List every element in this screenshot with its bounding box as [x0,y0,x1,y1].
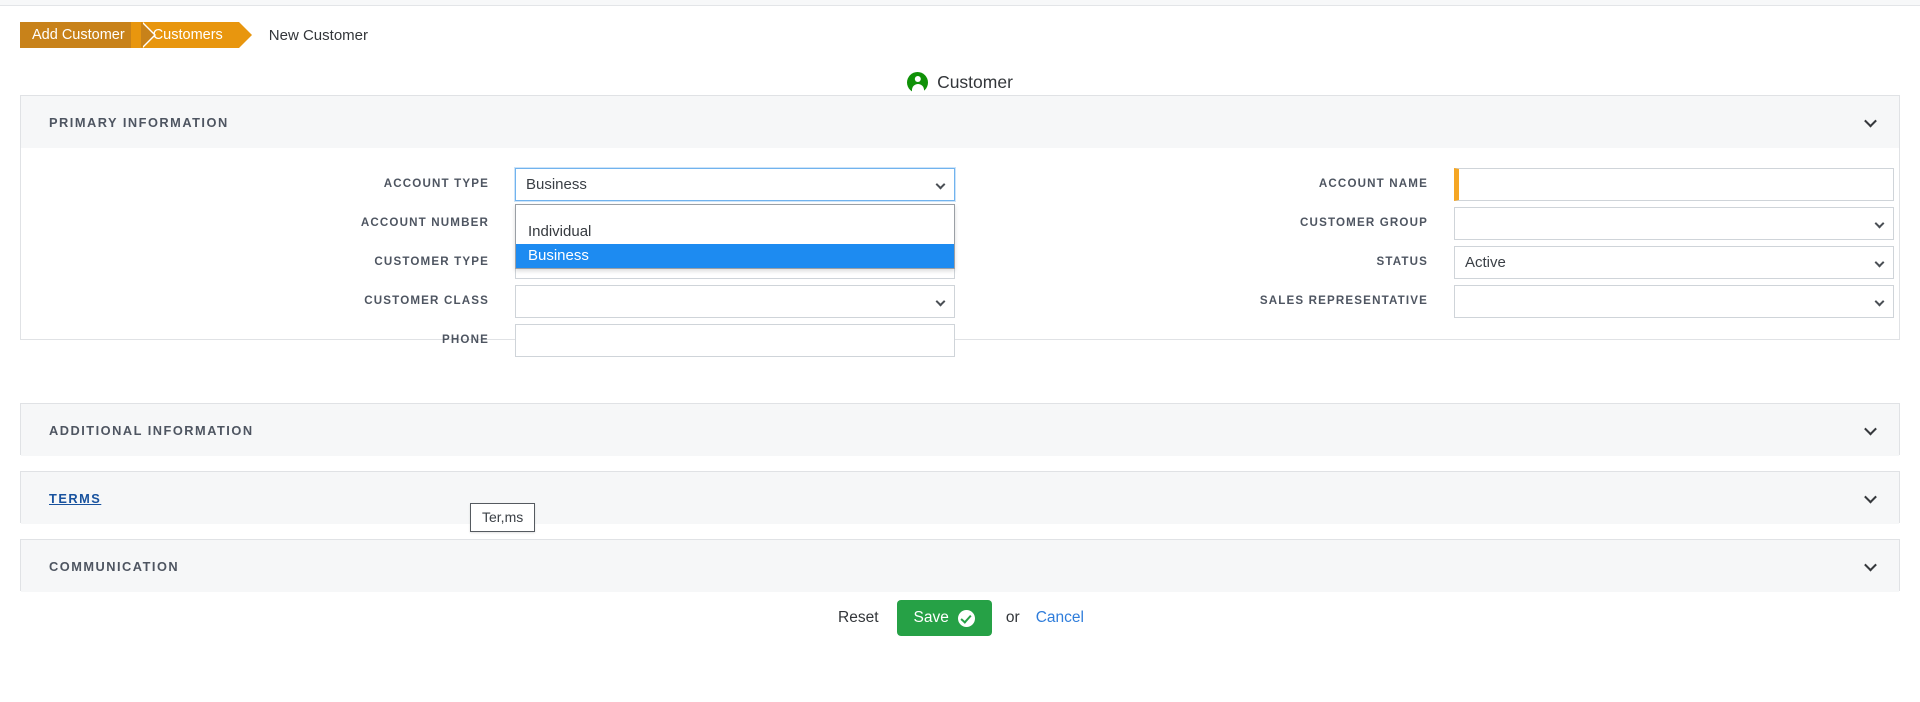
customer-group-control[interactable] [1454,207,1894,240]
save-button-label: Save [913,609,949,626]
phone-control[interactable] [515,324,955,357]
additional-information-header[interactable]: Additional Information [21,404,1899,456]
breadcrumb-add-customer[interactable]: Add Customer [20,22,156,48]
phone-input[interactable] [515,324,955,357]
account-type-combo[interactable]: Business Individual Business [515,168,955,269]
terms-title-link[interactable]: Terms [49,491,101,506]
form-actions: Reset Save or Cancel [0,600,1920,636]
section-primary-information: Primary Information Account Type Busines… [20,95,1900,357]
terms-tooltip: Ter,ms [470,503,536,532]
primary-information-header[interactable]: Primary Information [21,96,1899,148]
customer-class-control[interactable] [515,285,955,318]
field-phone: Phone [21,324,960,363]
customer-class-input[interactable] [515,285,955,318]
breadcrumb-customers-label: Customers [152,27,223,43]
terms-header[interactable]: Terms [21,472,1899,524]
primary-left-column: Account Type Business Individual Busines… [21,168,960,363]
status-control[interactable]: Active [1454,246,1894,279]
sales-representative-control[interactable] [1454,285,1894,318]
field-sales-representative: Sales Representative [960,285,1899,324]
reset-button[interactable]: Reset [834,603,883,633]
field-sales-representative-label: Sales Representative [1259,294,1428,307]
account-name-control[interactable] [1454,168,1894,201]
account-name-input[interactable] [1454,168,1894,201]
or-separator: or [1005,609,1020,626]
chevron-down-icon[interactable] [1864,558,1877,572]
chevron-down-icon[interactable] [1864,490,1877,504]
section-communication: Communication [20,539,1900,592]
sales-representative-input[interactable] [1454,285,1894,318]
field-status-label: Status [1376,255,1428,268]
field-phone-label: Phone [442,333,489,346]
field-account-type: Account Type Business Individual Busines… [21,168,960,269]
chevron-down-icon[interactable] [1864,422,1877,436]
breadcrumb-add-customer-label: Add Customer [32,27,125,43]
primary-right-column: Account Name Customer Group Statu [960,168,1899,363]
field-customer-class: Customer Class [21,285,960,324]
document-title: Customer [0,72,1920,93]
customer-group-input[interactable] [1454,207,1894,240]
field-account-number-label: Account Number [360,216,489,229]
account-type-input[interactable]: Business [515,168,955,201]
account-type-option-business[interactable]: Business [516,244,954,268]
save-button[interactable]: Save [896,600,992,636]
primary-information-body: Account Type Business Individual Busines… [21,148,1899,357]
status-input[interactable]: Active [1454,246,1894,279]
section-additional-information: Additional Information [20,403,1900,456]
account-type-option-individual[interactable]: Individual [516,220,954,244]
field-customer-group: Customer Group [960,207,1899,246]
field-account-name: Account Name [960,168,1899,207]
section-terms: Terms [20,471,1900,524]
field-customer-group-label: Customer Group [1300,216,1428,229]
check-circle-icon [957,609,975,627]
breadcrumb-current: New Customer [268,26,368,44]
field-account-type-label: Account Type [383,177,489,190]
communication-header[interactable]: Communication [21,540,1899,592]
additional-information-title: Additional Information [49,422,254,438]
account-type-dropdown-list[interactable]: Individual Business [515,204,955,269]
field-customer-type-label: Customer Type [374,255,489,268]
primary-information-title: Primary Information [49,114,229,130]
cancel-button[interactable]: Cancel [1034,603,1086,633]
person-icon [907,72,929,93]
communication-title: Communication [49,558,180,574]
page-title: Customer [937,72,1013,92]
breadcrumb: Add Customer Customers New Customer [20,22,368,48]
customer-form-page: Add Customer Customers New Customer Cust… [0,0,1920,702]
top-strip [0,0,1920,6]
field-customer-class-label: Customer Class [364,294,489,307]
field-status: Status Active [960,246,1899,285]
field-account-name-label: Account Name [1318,177,1428,190]
chevron-down-icon[interactable] [1864,114,1877,128]
